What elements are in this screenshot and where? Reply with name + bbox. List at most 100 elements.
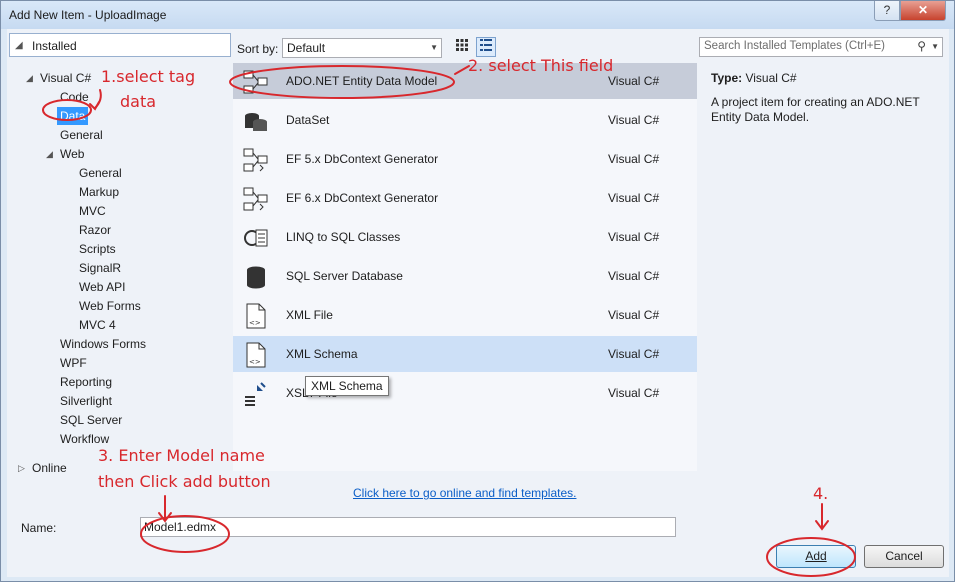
- add-new-item-dialog: Add New Item - UploadImage ? ✕ ◢ Install…: [0, 0, 955, 582]
- template-language: Visual C#: [608, 347, 660, 361]
- search-placeholder: Search Installed Templates (Ctrl+E): [704, 40, 885, 52]
- close-button[interactable]: ✕: [900, 1, 946, 21]
- tree-item-label: Visual C#: [40, 71, 92, 85]
- tree-item[interactable]: General: [60, 126, 103, 144]
- template-name: EF 6.x DbContext Generator: [286, 191, 439, 205]
- collapse-arrow-icon: ◢: [15, 40, 23, 51]
- tree-item[interactable]: SQL Server: [60, 411, 122, 429]
- list-view-button[interactable]: [476, 37, 496, 57]
- dataset-icon: [243, 108, 269, 134]
- medium-icons-view-button[interactable]: [452, 37, 472, 57]
- template-language: Visual C#: [608, 269, 660, 283]
- template-name: EF 5.x DbContext Generator: [286, 152, 439, 166]
- expanded-arrow-icon[interactable]: ◢: [46, 145, 53, 163]
- online-templates-link[interactable]: Click here to go online and find templat…: [353, 486, 576, 500]
- tree-item[interactable]: Data: [57, 107, 89, 125]
- annotation-step3-line1: 3. Enter Model name: [98, 446, 265, 465]
- search-input[interactable]: Search Installed Templates (Ctrl+E) ⚲ ▼: [699, 37, 943, 57]
- template-name: DataSet: [286, 113, 330, 127]
- linq-icon: [243, 225, 269, 251]
- tree-item-label: Online: [32, 461, 67, 475]
- database-icon: [243, 264, 269, 290]
- type-label: Type:: [711, 71, 743, 85]
- add-button[interactable]: Add: [776, 545, 856, 568]
- tree-item[interactable]: WPF: [60, 354, 87, 372]
- annotation-step1-data: data: [120, 92, 157, 111]
- xslt-icon: [243, 381, 269, 407]
- template-row[interactable]: DataSet Visual C#: [233, 102, 697, 138]
- expanded-arrow-icon[interactable]: ◢: [26, 69, 33, 87]
- template-name: LINQ to SQL Classes: [286, 230, 401, 244]
- title-bar[interactable]: Add New Item - UploadImage ? ✕: [1, 1, 954, 29]
- tree-item[interactable]: Scripts: [79, 240, 116, 258]
- installed-header[interactable]: ◢ Installed: [9, 33, 231, 57]
- chevron-down-icon: ▼: [430, 43, 438, 52]
- tree-item[interactable]: MVC: [79, 202, 106, 220]
- template-name: ADO.NET Entity Data Model: [286, 74, 438, 88]
- installed-label: Installed: [32, 39, 77, 53]
- grid-view-icon: [456, 39, 468, 51]
- tree-item[interactable]: Razor: [79, 221, 111, 239]
- template-language: Visual C#: [608, 386, 660, 400]
- template-row[interactable]: <> XML File Visual C#: [233, 297, 697, 333]
- template-list: ADO.NET Entity Data Model Visual C# DataSe…: [233, 63, 697, 471]
- template-language: Visual C#: [608, 113, 660, 127]
- svg-text:<>: <>: [249, 358, 261, 366]
- list-view-icon: [480, 39, 492, 51]
- sort-bar: Sort by: Default ▼: [233, 33, 697, 61]
- tree-item[interactable]: Silverlight: [60, 392, 112, 410]
- tree-item[interactable]: ◢ Web: [46, 145, 85, 163]
- tree-item[interactable]: Markup: [79, 183, 119, 201]
- name-label: Name:: [21, 521, 57, 535]
- sort-dropdown[interactable]: Default ▼: [282, 38, 442, 58]
- add-label: Add: [805, 549, 827, 563]
- svg-text:<>: <>: [249, 319, 261, 327]
- template-language: Visual C#: [608, 152, 660, 166]
- annotation-step1: 1.select tag: [101, 67, 196, 86]
- help-button[interactable]: ?: [874, 1, 900, 21]
- template-name: XML Schema: [286, 347, 358, 361]
- annotation-step4: 4.: [813, 484, 829, 503]
- template-name: XML File: [286, 308, 333, 322]
- template-row[interactable]: LINQ to SQL Classes Visual C#: [233, 219, 697, 255]
- xml-schema-icon: <>: [243, 342, 269, 368]
- tree-item-label: Web: [60, 147, 85, 161]
- tree-item[interactable]: Web API: [79, 278, 125, 296]
- template-row[interactable]: XSLT FileVisual C#: [233, 375, 697, 411]
- template-language: Visual C#: [608, 230, 660, 244]
- tree-item[interactable]: SignalR: [79, 259, 121, 277]
- entity-model-icon: [243, 69, 269, 95]
- tree-item[interactable]: Code: [60, 88, 89, 106]
- type-value: Visual C#: [745, 71, 797, 85]
- tooltip: XML Schema: [305, 376, 389, 396]
- name-input[interactable]: Model1.edmx: [140, 517, 676, 537]
- ef-generator-icon: [243, 186, 269, 212]
- template-row[interactable]: EF 5.x DbContext Generator Visual C#: [233, 141, 697, 177]
- sort-value: Default: [287, 41, 326, 55]
- tree-item[interactable]: General: [79, 164, 122, 182]
- tree-item[interactable]: Windows Forms: [60, 335, 146, 353]
- template-row[interactable]: SQL Server Database Visual C#: [233, 258, 697, 294]
- search-icon[interactable]: ⚲: [917, 39, 926, 53]
- template-name: SQL Server Database: [286, 269, 403, 283]
- template-row[interactable]: EF 6.x DbContext Generator Visual C#: [233, 180, 697, 216]
- search-options-chevron-icon[interactable]: ▼: [931, 42, 939, 51]
- template-language: Visual C#: [608, 308, 660, 322]
- cancel-button[interactable]: Cancel: [864, 545, 944, 568]
- tree-item[interactable]: ▷ Online: [18, 459, 67, 477]
- annotation-step2: 2. select This field: [468, 56, 614, 75]
- template-row[interactable]: ADO.NET Entity Data Model Visual C#: [233, 63, 697, 99]
- xml-file-icon: <>: [243, 303, 269, 329]
- tree-item[interactable]: Web Forms: [79, 297, 141, 315]
- tree-item[interactable]: Reporting: [60, 373, 112, 391]
- template-row[interactable]: <> XML Schema Visual C#: [233, 336, 697, 372]
- ef-generator-icon: [243, 147, 269, 173]
- tree-item[interactable]: ◢ Visual C#: [26, 69, 92, 87]
- details-pane: Type: Visual C# A project item for creat…: [711, 71, 941, 125]
- tree-item[interactable]: MVC 4: [79, 316, 116, 334]
- details-description: A project item for creating an ADO.NET E…: [711, 95, 920, 124]
- template-language: Visual C#: [608, 191, 660, 205]
- collapsed-arrow-icon[interactable]: ▷: [18, 459, 25, 477]
- annotation-step3-line2: then Click add button: [98, 472, 271, 491]
- details-type: Type: Visual C#: [711, 71, 941, 85]
